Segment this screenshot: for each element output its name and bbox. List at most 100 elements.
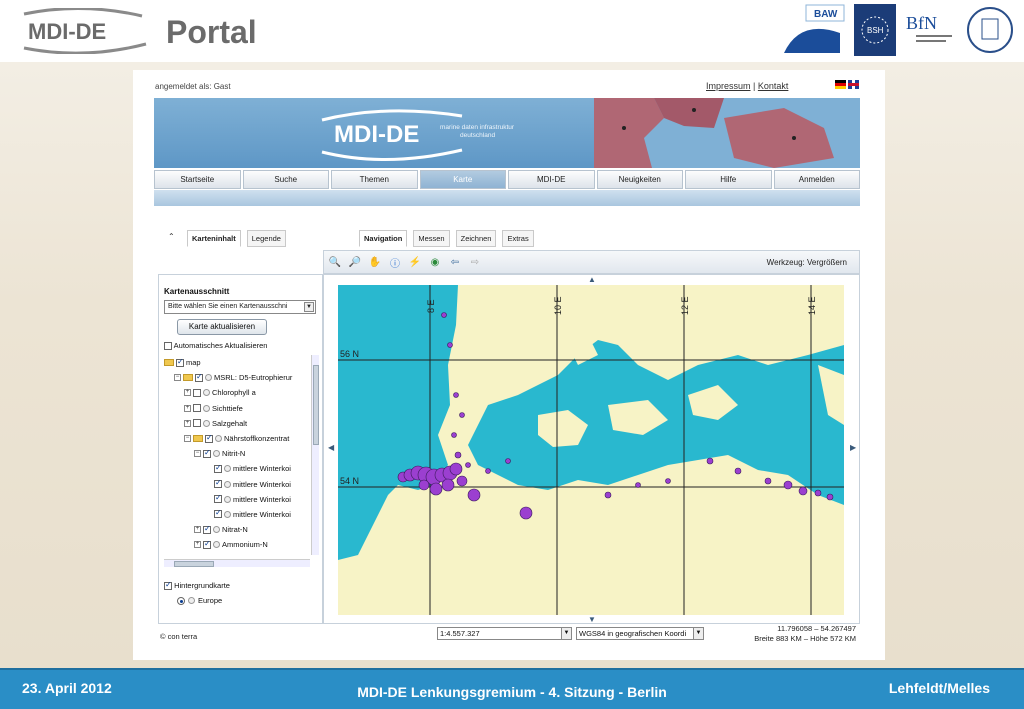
layer-style-icon	[224, 480, 231, 488]
nav-tab-karte[interactable]: Karte	[419, 170, 506, 189]
expand-icon[interactable]: +	[194, 526, 201, 534]
main-navigation: Startseite Suche Themen Karte MDI-DE Neu…	[154, 170, 860, 189]
tab-extras[interactable]: Extras	[502, 230, 534, 247]
extent-select[interactable]: Bitte wählen Sie einen Kartenausschni ▼	[164, 300, 316, 314]
tree-horizontal-scrollbar[interactable]	[164, 559, 310, 567]
crs-select[interactable]: WGS84 in geografischen Koordi ▼	[576, 627, 704, 640]
tree-vertical-scrollbar[interactable]	[311, 355, 319, 555]
tree-item[interactable]: − Nährstoffkonzentrat	[164, 431, 310, 446]
auto-refresh-option: Automatisches Aktualisieren	[164, 341, 267, 351]
tab-messen[interactable]: Messen	[413, 230, 450, 247]
layer-checkbox[interactable]	[193, 388, 201, 397]
expand-icon[interactable]: +	[184, 419, 191, 427]
nav-tab-startseite[interactable]: Startseite	[154, 170, 241, 189]
layer-checkbox[interactable]	[203, 539, 211, 549]
tree-item[interactable]: + Nitrat-N	[164, 522, 310, 537]
nav-tab-suche[interactable]: Suche	[242, 170, 329, 189]
lightning-icon[interactable]: ⚡	[408, 255, 422, 269]
expand-icon[interactable]: +	[194, 541, 201, 549]
layer-checkbox[interactable]	[214, 493, 222, 504]
background-map-label: Hintergrundkarte	[174, 581, 230, 590]
nav-tab-anmelden[interactable]: Anmelden	[773, 170, 860, 189]
tree-item[interactable]: mittlere Winterkoi	[164, 492, 310, 507]
expand-icon[interactable]: +	[184, 404, 191, 412]
banner-map-image	[594, 98, 860, 168]
refresh-map-button[interactable]: Karte aktualisieren	[177, 319, 267, 335]
background-map-checkbox[interactable]	[164, 580, 172, 591]
layer-checkbox[interactable]	[176, 357, 184, 367]
kontakt-link[interactable]: Kontakt	[758, 81, 789, 91]
lon-10-label: 10 E	[553, 296, 563, 315]
impressum-link[interactable]: Impressum	[706, 81, 751, 91]
tree-item[interactable]: map	[164, 355, 310, 370]
pan-east-icon[interactable]: ▶	[850, 443, 856, 452]
map-canvas[interactable]: 56 N 54 N 8 E 10 E 12 E 14 E	[338, 285, 844, 615]
europe-radio[interactable]	[177, 596, 185, 605]
tree-item-label: Chlorophyll a	[212, 388, 256, 398]
tab-karteninhalt[interactable]: Karteninhalt	[187, 230, 241, 247]
tree-item[interactable]: + Chlorophyll a	[164, 385, 310, 400]
german-flag-icon[interactable]	[835, 80, 846, 89]
auto-refresh-checkbox[interactable]	[164, 342, 172, 351]
layer-checkbox[interactable]	[193, 404, 201, 413]
forward-extent-icon[interactable]: ⇨	[468, 255, 482, 269]
nav-tab-themen[interactable]: Themen	[331, 170, 418, 189]
layer-checkbox[interactable]	[214, 463, 222, 473]
collapse-icon[interactable]: −	[194, 450, 201, 458]
expand-icon[interactable]: +	[184, 389, 191, 397]
layer-checkbox[interactable]	[195, 372, 203, 382]
pan-hand-icon[interactable]: ✋	[368, 255, 382, 269]
chevron-down-icon[interactable]: ▼	[561, 628, 571, 639]
pan-south-icon[interactable]: ▼	[588, 615, 596, 624]
map-view[interactable]: 56 N 54 N 8 E 10 E 12 E 14 E ▲ ▼ ◀ ▶	[323, 274, 860, 624]
layer-style-icon	[224, 495, 231, 503]
layer-checkbox[interactable]	[203, 448, 211, 458]
bsh-text: BSH	[867, 26, 884, 35]
tree-item-label: mittlere Winterkoi	[233, 464, 291, 474]
english-flag-icon[interactable]	[848, 80, 859, 89]
zoom-in-icon[interactable]: 🔍	[328, 255, 342, 269]
collapse-icon[interactable]: −	[184, 435, 191, 443]
globe-icon[interactable]: ◉	[428, 255, 442, 269]
nav-tab-hilfe[interactable]: Hilfe	[685, 170, 772, 189]
layer-checkbox[interactable]	[214, 508, 222, 519]
scrollbar-thumb[interactable]	[174, 561, 214, 567]
info-icon[interactable]: ⓘ	[388, 255, 402, 270]
tree-item[interactable]: mittlere Winterkoi	[164, 461, 310, 476]
pan-west-icon[interactable]: ◀	[328, 443, 334, 452]
tree-item[interactable]: + Salzgehalt	[164, 416, 310, 431]
tab-legende[interactable]: Legende	[246, 230, 286, 247]
tree-item[interactable]: − Nitrit-N	[164, 446, 310, 461]
scale-select[interactable]: 1:4.557.327 ▼	[437, 627, 572, 640]
layer-checkbox[interactable]	[193, 419, 201, 428]
chevron-down-icon[interactable]: ▼	[304, 302, 314, 312]
nav-tab-mdi-de[interactable]: MDI-DE	[508, 170, 595, 189]
scrollbar-thumb[interactable]	[313, 365, 319, 445]
extent-select-value: Bitte wählen Sie einen Kartenausschni	[168, 303, 288, 310]
folder-icon	[164, 359, 174, 367]
back-extent-icon[interactable]: ⇦	[448, 255, 462, 269]
nav-tab-neuigkeiten[interactable]: Neuigkeiten	[596, 170, 683, 189]
tree-item[interactable]: mittlere Winterkoi	[164, 507, 310, 522]
baw-text: BAW	[814, 9, 838, 20]
collapse-panel-icon[interactable]: ⌃	[168, 232, 175, 241]
tab-navigation[interactable]: Navigation	[359, 230, 408, 247]
zoom-out-icon[interactable]: 🔎	[348, 255, 362, 269]
tree-item-label: mittlere Winterkoi	[233, 494, 291, 504]
map-status-bar: © con terra 1:4.557.327 ▼ WGS84 in geogr…	[158, 624, 860, 648]
pan-north-icon[interactable]: ▲	[588, 275, 596, 284]
tree-item-label: Nährstoffkonzentrat	[224, 434, 290, 444]
layer-checkbox[interactable]	[205, 433, 213, 443]
layer-checkbox[interactable]	[203, 524, 211, 534]
collapse-icon[interactable]: −	[174, 374, 181, 382]
tree-item[interactable]: + Sichttiefe	[164, 401, 310, 416]
layer-style-icon	[224, 510, 231, 518]
tree-item[interactable]: + Ammonium-N	[164, 537, 310, 552]
bsh-logo: BSH	[854, 4, 896, 56]
tab-zeichnen[interactable]: Zeichnen	[455, 230, 497, 247]
tree-item[interactable]: − MSRL: D5-Eutrophierur	[164, 370, 310, 385]
layer-checkbox[interactable]	[214, 478, 222, 489]
lat-54-label: 54 N	[340, 476, 359, 486]
tree-item[interactable]: mittlere Winterkoi	[164, 477, 310, 492]
chevron-down-icon[interactable]: ▼	[693, 628, 703, 639]
